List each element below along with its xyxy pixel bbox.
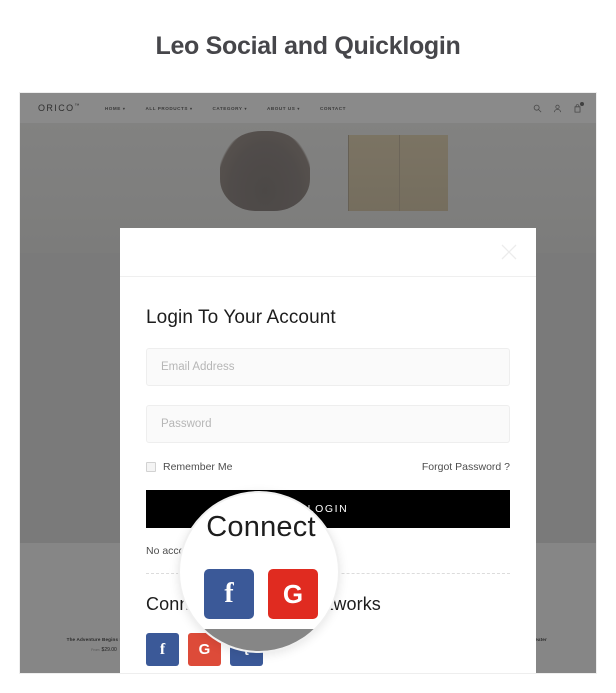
- modal-title: Login To Your Account: [146, 307, 336, 328]
- nav-label: HOME: [104, 105, 121, 111]
- price-value: $29.00: [101, 647, 117, 653]
- magnified-google-button[interactable]: G: [268, 569, 318, 619]
- close-icon[interactable]: [500, 243, 518, 261]
- promo-page: Leo Social and Quicklogin ORICO™ HOME ▾ A…: [0, 0, 616, 693]
- magnified-product-strip: ins Framed... Best Is Yet To C: [180, 629, 340, 651]
- nav-label: ALL PRODUCTS: [145, 105, 188, 111]
- site-nav: HOME ▾ ALL PRODUCTS ▾ CATEGORY ▾ ABOUT US ▾ …: [105, 106, 346, 111]
- chevron-down-icon: ▾: [244, 105, 248, 111]
- magnified-product-name-left: ins Framed...: [182, 633, 205, 637]
- trademark-icon: ™: [74, 103, 81, 109]
- magnified-social-buttons: f G: [180, 569, 338, 619]
- cart-icon[interactable]: [573, 101, 584, 113]
- chevron-down-icon: ▾: [297, 105, 300, 111]
- magnified-facebook-button[interactable]: f: [204, 569, 254, 619]
- site-header: ORICO™ HOME ▾ ALL PRODUCTS ▾ CATEGORY ▾ ABO…: [20, 93, 596, 123]
- nav-item-all-products[interactable]: ALL PRODUCTS ▾: [145, 106, 192, 111]
- header-icons: [533, 93, 584, 123]
- google-icon: G: [282, 578, 304, 609]
- nav-item-category[interactable]: CATEGORY ▾: [213, 106, 247, 111]
- email-input[interactable]: [161, 361, 495, 373]
- magnified-connect-label: Connect: [206, 511, 316, 543]
- nav-item-home[interactable]: HOME ▾: [105, 106, 126, 111]
- price-prefix: From: [91, 648, 100, 652]
- nav-label: CATEGORY: [212, 105, 243, 111]
- nav-label: CONTACT: [319, 105, 346, 111]
- forgot-password-link[interactable]: Forgot Password ?: [422, 461, 510, 473]
- cart-badge: [580, 101, 584, 106]
- site-logo-text: ORICO: [38, 103, 75, 113]
- password-field[interactable]: [146, 405, 510, 443]
- magnified-product-name-right: Best Is Yet To C: [313, 633, 340, 637]
- facebook-icon: f: [159, 640, 166, 658]
- password-input[interactable]: [161, 418, 495, 430]
- remember-me-label: Remember Me: [163, 461, 233, 473]
- search-icon[interactable]: [533, 104, 542, 113]
- chevron-down-icon: ▾: [189, 105, 193, 111]
- site-logo[interactable]: ORICO™: [38, 103, 81, 113]
- nav-item-contact[interactable]: CONTACT: [320, 106, 346, 111]
- nav-item-about-us[interactable]: ABOUT US ▾: [267, 106, 300, 111]
- page-title: Leo Social and Quicklogin: [155, 32, 461, 60]
- nav-label: ABOUT US: [267, 105, 296, 111]
- options-row: Remember Me Forgot Password ?: [146, 461, 510, 473]
- facebook-icon: f: [224, 578, 234, 609]
- checkbox-box[interactable]: [146, 462, 156, 472]
- remember-me-checkbox[interactable]: Remember Me: [146, 461, 232, 473]
- chevron-down-icon: ▾: [122, 105, 126, 111]
- user-icon[interactable]: [553, 104, 562, 113]
- magnifier-circle: Connect f G ins Framed... Best Is Yet To…: [178, 491, 340, 653]
- facebook-login-button[interactable]: f: [146, 633, 179, 666]
- email-field[interactable]: [146, 348, 510, 386]
- modal-header: [120, 228, 536, 276]
